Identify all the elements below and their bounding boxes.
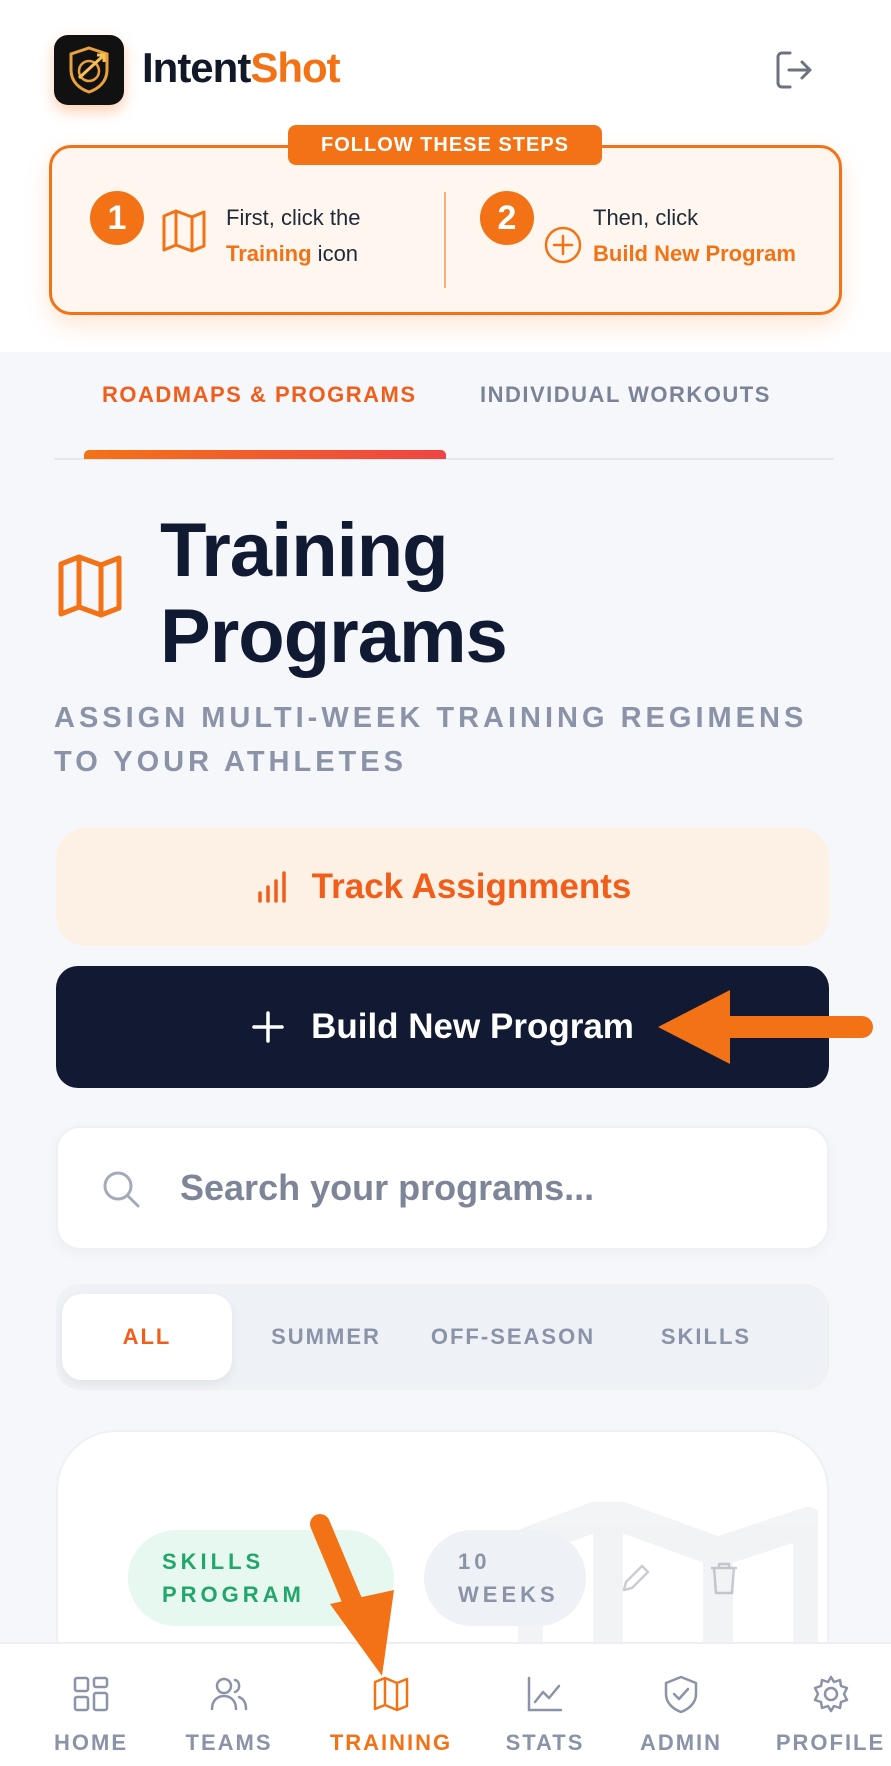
- page-title-line1: Training: [160, 508, 449, 593]
- nav-teams-label: TEAMS: [185, 1730, 273, 1755]
- instructions-tag: FOLLOW THESE STEPS: [288, 125, 602, 165]
- bottom-navigation: HOME TEAMS TRAINING STATS ADMIN PROFILE: [0, 1642, 891, 1766]
- brand-name: IntentShot: [142, 44, 341, 92]
- map-icon: [162, 209, 206, 253]
- brand-name-part1: Intent: [142, 44, 251, 91]
- filter-skills[interactable]: SKILLS: [616, 1294, 796, 1380]
- duration-line2: WEEKS: [458, 1582, 559, 1607]
- active-tab-indicator: [84, 450, 446, 459]
- category-line2: PROGRAM: [162, 1582, 305, 1607]
- page-title: Training Programs: [160, 508, 508, 680]
- nav-stats-label: STATS: [505, 1730, 585, 1755]
- page-title-line2: Programs: [160, 594, 508, 679]
- plus-icon: [252, 1011, 284, 1043]
- category-filter-bar: ALL SUMMER OFF-SEASON SKILLS: [56, 1284, 829, 1390]
- edit-icon[interactable]: [618, 1560, 654, 1596]
- duration-line1: 10: [458, 1549, 491, 1574]
- app-logo: [54, 35, 124, 105]
- map-icon: [58, 554, 122, 618]
- step1-line1: First, click the: [226, 205, 361, 230]
- brand-name-part2: Shot: [250, 44, 340, 91]
- app-header: IntentShot FOLLOW THESE STEPS 1 First, c…: [0, 0, 891, 352]
- filter-all[interactable]: ALL: [62, 1294, 232, 1380]
- users-icon: [210, 1677, 248, 1711]
- program-duration-badge: 10 WEEKS: [424, 1530, 586, 1626]
- grid-icon: [73, 1676, 109, 1712]
- program-tabs: ROADMAPS & PROGRAMS INDIVIDUAL WORKOUTS: [54, 370, 834, 460]
- steps-divider: [444, 192, 446, 288]
- pointer-arrow-icon: [310, 1514, 394, 1676]
- trash-icon[interactable]: [708, 1560, 740, 1596]
- map-icon: [373, 1676, 409, 1712]
- step2-text: Then, click Build New Program: [593, 200, 796, 272]
- track-assignments-label: Track Assignments: [311, 867, 632, 906]
- step2-highlight: Build New Program: [593, 241, 796, 266]
- tab-roadmaps-programs[interactable]: ROADMAPS & PROGRAMS: [102, 382, 417, 408]
- page-subtitle: ASSIGN MULTI-WEEK TRAINING REGIMENS TO Y…: [54, 702, 808, 778]
- step1-text: First, click the Training icon: [226, 200, 360, 272]
- category-line1: SKILLS: [162, 1549, 265, 1574]
- track-assignments-button[interactable]: Track Assignments: [56, 828, 829, 946]
- step2-number: 2: [480, 191, 534, 245]
- plus-circle-icon: [544, 226, 582, 264]
- nav-stats[interactable]: STATS: [490, 1644, 600, 1766]
- step1-highlight: Training: [226, 241, 312, 266]
- nav-teams[interactable]: TEAMS: [164, 1644, 294, 1766]
- logout-icon[interactable]: [772, 47, 818, 93]
- nav-training-label: TRAINING: [329, 1730, 453, 1755]
- step1-number: 1: [90, 191, 144, 245]
- chart-icon: [527, 1676, 563, 1712]
- build-new-program-label: Build New Program: [311, 1007, 634, 1046]
- nav-home-label: HOME: [54, 1730, 128, 1755]
- gear-icon: [813, 1675, 848, 1713]
- nav-profile[interactable]: PROFILE: [770, 1644, 891, 1766]
- nav-admin-label: ADMIN: [639, 1730, 723, 1755]
- step2-line1: Then, click: [593, 205, 699, 230]
- nav-admin[interactable]: ADMIN: [622, 1644, 740, 1766]
- bar-chart-icon: [257, 871, 286, 903]
- step1-suffix: icon: [311, 241, 359, 266]
- program-search-bar: [56, 1126, 829, 1250]
- logo-shield-icon: [69, 46, 109, 94]
- nav-profile-label: PROFILE: [775, 1730, 886, 1755]
- shield-icon: [664, 1675, 698, 1714]
- tab-individual-workouts[interactable]: INDIVIDUAL WORKOUTS: [480, 382, 771, 408]
- search-input[interactable]: [180, 1158, 780, 1218]
- nav-home[interactable]: HOME: [28, 1644, 154, 1766]
- filter-off-season[interactable]: OFF-SEASON: [422, 1294, 604, 1380]
- pointer-arrow-icon: [658, 990, 873, 1064]
- filter-summer[interactable]: SUMMER: [246, 1294, 406, 1380]
- search-icon: [103, 1171, 140, 1208]
